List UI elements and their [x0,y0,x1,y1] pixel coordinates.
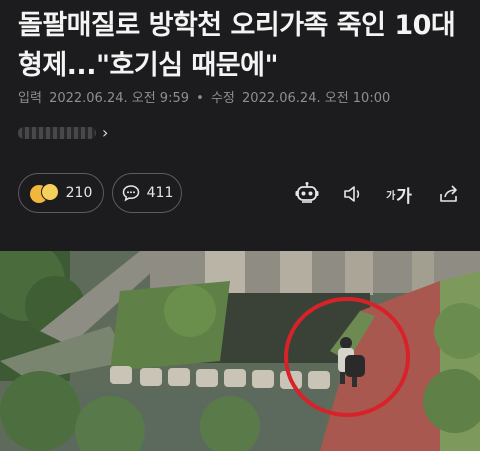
input-time: 2022.06.24. 오전 9:59 [49,91,190,106]
reaction-count: 210 [65,185,93,201]
smile-emoji-icon [29,182,60,204]
reaction-button[interactable]: 210 [18,173,104,213]
share-icon [440,185,457,202]
share-button[interactable] [436,181,462,207]
text-to-speech-button[interactable] [340,181,366,207]
article-headline: 돌팔매질로 방학천 오리가족 죽인 10대 형제..."호기심 때문에" [18,10,456,81]
summary-bot-button[interactable] [294,181,320,207]
stream-scene-image [0,251,480,451]
article-meta: 입력 2022.06.24. 오전 9:59 • 수정 2022.06.24. … [18,87,393,106]
font-size-button[interactable]: 가 가 [386,181,412,207]
chevron-right-icon: › [102,123,109,142]
comment-count: 411 [146,185,174,201]
speaker-icon [344,186,360,202]
reporter-name-blurred [18,126,96,139]
comment-icon [122,185,139,202]
edit-time: 2022.06.24. 오전 10:00 [242,91,391,106]
meta-separator: • [196,91,204,106]
comment-button[interactable]: 411 [112,173,182,213]
article-photo [0,251,480,451]
input-label: 입력 [18,91,42,106]
action-bar: 210 411 가 가 [18,173,462,217]
robot-summary-icon [295,182,319,203]
reporter-link[interactable]: › [18,123,108,142]
font-small-label: 가 [386,190,396,202]
font-large-label: 가 [396,186,412,207]
edit-label: 수정 [210,91,235,106]
